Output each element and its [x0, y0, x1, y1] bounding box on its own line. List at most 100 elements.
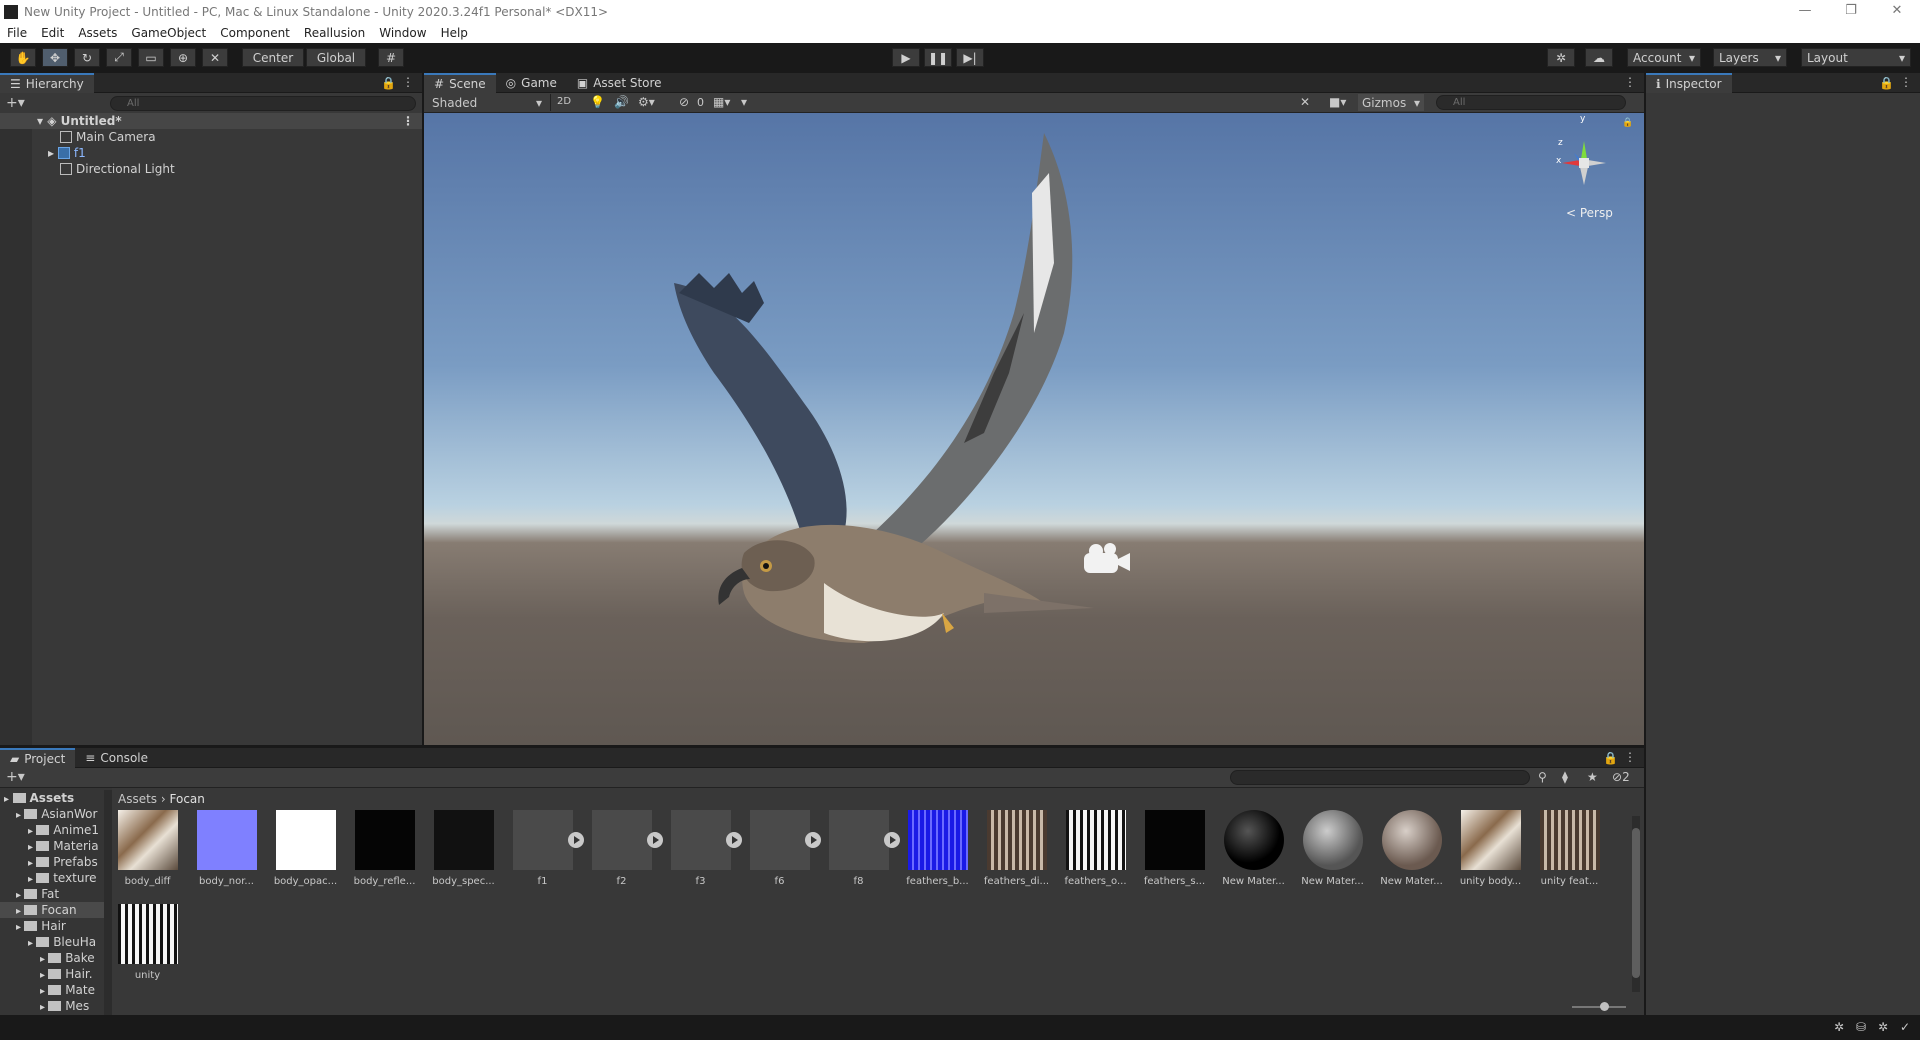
asset-item[interactable]: f3 — [663, 810, 742, 887]
bug-report-icon[interactable]: ✲ — [1834, 1020, 1844, 1034]
chevron-down-icon[interactable]: ▾ — [741, 95, 747, 109]
pause-button[interactable]: ❚❚ — [924, 48, 952, 67]
tree-item[interactable]: ▸ BleuHa — [0, 934, 104, 950]
more-menu-icon[interactable]: ⋮ — [1624, 750, 1636, 764]
custom-tool-icon[interactable]: ✕ — [202, 48, 228, 67]
asset-item[interactable]: f8 — [821, 810, 900, 887]
tree-item[interactable]: ▸ AsianWor — [0, 806, 104, 822]
menu-reallusion[interactable]: Reallusion — [297, 26, 372, 40]
play-preview-icon[interactable] — [726, 832, 742, 848]
asset-scrollbar[interactable] — [1632, 816, 1640, 992]
scrollbar-thumb[interactable] — [1632, 828, 1640, 978]
tree-item[interactable]: ▸ Fat — [0, 886, 104, 902]
tree-item[interactable]: ▸ Bake — [0, 950, 104, 966]
lock-icon[interactable]: 🔒 — [1603, 751, 1618, 765]
more-menu-icon[interactable]: ⋮ — [1900, 75, 1912, 89]
hand-tool-icon[interactable]: ✋ — [10, 48, 36, 67]
tree-item[interactable]: ▸ Prefabs — [0, 854, 104, 870]
menu-assets[interactable]: Assets — [71, 26, 124, 40]
tree-item[interactable]: ▸ Mes — [0, 998, 104, 1014]
minimize-button[interactable]: — — [1782, 0, 1828, 23]
gizmos-dropdown[interactable]: Gizmos ▾ — [1358, 94, 1424, 111]
tree-item[interactable]: ▸ Mate — [0, 982, 104, 998]
scene-row[interactable]: ▾ ◈ Untitled* ⋮ — [0, 113, 422, 129]
play-preview-icon[interactable] — [647, 832, 663, 848]
tree-item[interactable]: ▸ Materia — [0, 838, 104, 854]
menu-edit[interactable]: Edit — [34, 26, 71, 40]
search-type-icon[interactable]: ⚲ — [1538, 770, 1547, 784]
slider-handle[interactable] — [1600, 1002, 1609, 1011]
add-create-icon[interactable]: +▾ — [6, 95, 25, 111]
play-preview-icon[interactable] — [884, 832, 900, 848]
account-dropdown[interactable]: Account ▾ — [1627, 48, 1701, 67]
menu-file[interactable]: File — [0, 26, 34, 40]
rect-tool-icon[interactable]: ▭ — [138, 48, 164, 67]
layout-dropdown[interactable]: Layout ▾ — [1801, 48, 1911, 67]
scale-tool-icon[interactable]: ⤢ — [106, 48, 132, 67]
expand-arrow-icon[interactable]: ▸ — [28, 858, 36, 869]
move-tool-icon[interactable]: ✥ — [42, 48, 68, 67]
expand-arrow-icon[interactable]: ▸ — [16, 922, 24, 933]
expand-arrow-icon[interactable]: ▸ — [16, 906, 24, 917]
favorite-star-icon[interactable]: ★ — [1587, 770, 1598, 784]
transform-tool-icon[interactable]: ⊕ — [170, 48, 196, 67]
hidden-objects-icon[interactable]: ⊘ — [679, 95, 689, 109]
tree-item[interactable]: ▸ Assets — [0, 790, 104, 806]
asset-item[interactable]: feathers_b... — [900, 810, 975, 887]
debug-mode-icon[interactable]: ✲ — [1878, 1020, 1888, 1034]
tree-item[interactable]: ▸ Focan — [0, 902, 104, 918]
asset-item[interactable]: body_nor... — [189, 810, 264, 887]
global-space-button[interactable]: Global — [306, 48, 366, 67]
lock-icon[interactable]: 🔒 — [1879, 76, 1894, 90]
hidden-packages-icon[interactable]: ⊘2 — [1612, 770, 1630, 784]
asset-item[interactable]: New Mater... — [1374, 810, 1449, 887]
tree-item[interactable]: ▸ Hair — [0, 918, 104, 934]
menu-component[interactable]: Component — [213, 26, 297, 40]
scene-search-input[interactable]: All — [1436, 95, 1626, 110]
add-create-icon[interactable]: +▾ — [6, 769, 25, 785]
play-preview-icon[interactable] — [568, 832, 584, 848]
asset-item[interactable]: New Mater... — [1295, 810, 1370, 887]
step-button[interactable]: ▶| — [956, 48, 984, 67]
cloud-icon[interactable]: ☁ — [1585, 48, 1613, 67]
hierarchy-item-f1[interactable]: ▸ f1 — [0, 145, 422, 161]
tab-inspector[interactable]: ℹ Inspector — [1646, 72, 1732, 93]
tab-scene[interactable]: # Scene — [424, 72, 496, 93]
expand-arrow-icon[interactable]: ▸ — [28, 874, 36, 885]
asset-item[interactable]: New Mater... — [1216, 810, 1291, 887]
asset-item[interactable]: f6 — [742, 810, 821, 887]
more-menu-icon[interactable]: ⋮ — [402, 75, 414, 89]
breadcrumb-focan[interactable]: Focan — [170, 792, 205, 806]
expand-arrow-icon[interactable]: ▸ — [28, 938, 36, 949]
play-preview-icon[interactable] — [805, 832, 821, 848]
shading-mode-dropdown[interactable]: Shaded ▾ — [428, 94, 546, 111]
tab-project[interactable]: ▰ Project — [0, 747, 76, 768]
tab-hierarchy[interactable]: ☰ Hierarchy — [0, 72, 94, 93]
asset-item[interactable]: unity — [110, 904, 185, 981]
expand-arrow-icon[interactable]: ▸ — [40, 986, 48, 997]
tab-game[interactable]: ◎ Game — [496, 73, 567, 93]
project-search-input[interactable] — [1230, 770, 1530, 785]
grid-toggle-icon[interactable]: ▦▾ — [713, 95, 730, 109]
tools-icon[interactable]: ✕ — [1300, 95, 1310, 109]
tree-item[interactable]: ▸ texture — [0, 870, 104, 886]
scene-viewport[interactable]: y z x 🔒 < Persp — [424, 113, 1644, 745]
eagle-model[interactable] — [424, 113, 1644, 745]
asset-item[interactable]: feathers_s... — [1137, 810, 1212, 887]
expand-arrow-icon[interactable]: ▸ — [16, 810, 24, 821]
lock-icon[interactable]: 🔒 — [381, 76, 396, 90]
thumbnail-size-slider[interactable] — [1572, 1002, 1626, 1011]
menu-help[interactable]: Help — [434, 26, 475, 40]
expand-arrow-icon[interactable]: ▸ — [16, 890, 24, 901]
hierarchy-item-directional-light[interactable]: Directional Light — [0, 161, 422, 177]
check-icon[interactable]: ✓ — [1900, 1020, 1910, 1034]
rotate-tool-icon[interactable]: ↻ — [74, 48, 100, 67]
expand-arrow-icon[interactable]: ▸ — [40, 954, 48, 965]
asset-item[interactable]: body_refle... — [347, 810, 422, 887]
tab-asset-store[interactable]: ▣ Asset Store — [567, 73, 672, 93]
more-menu-icon[interactable]: ⋮ — [402, 113, 414, 129]
expand-arrow-icon[interactable]: ▸ — [28, 826, 36, 837]
asset-item[interactable]: f1 — [505, 810, 584, 887]
expand-arrow-icon[interactable]: ▸ — [4, 794, 13, 805]
label-filter-icon[interactable]: ⧫ — [1562, 770, 1568, 784]
